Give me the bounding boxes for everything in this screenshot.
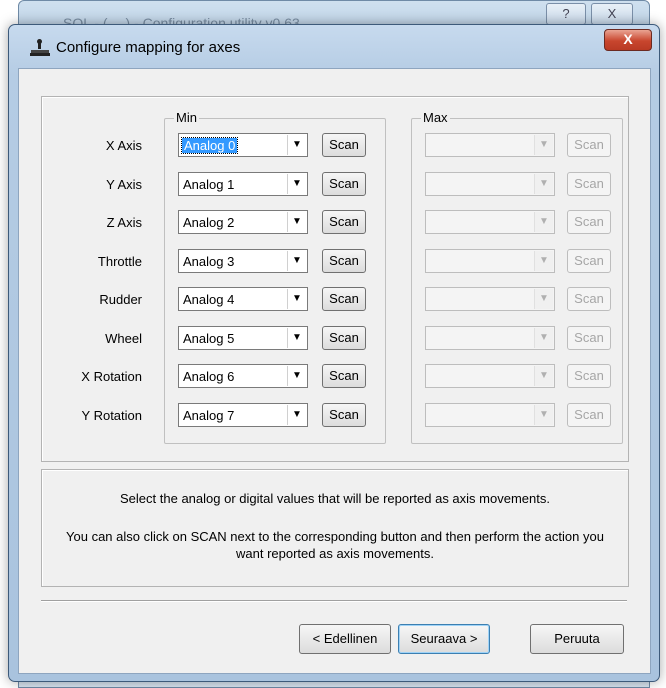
max-scan-button-wheel[interactable]: Scan [567, 325, 611, 350]
back-button[interactable]: < Edellinen [299, 624, 391, 654]
min-select-rudder[interactable]: Analog 4 ▼ [178, 287, 308, 311]
min-select-throttle[interactable]: Analog 3 ▼ [178, 248, 308, 273]
max-scan-button-y-rotation[interactable]: Scan [567, 402, 611, 427]
background-close-button[interactable]: X [591, 3, 633, 25]
min-select-value: Analog 2 [183, 215, 235, 230]
help-button[interactable]: ? [546, 3, 586, 25]
axis-label-z-axis: Z Axis [106, 215, 142, 230]
max-select-y-rotation[interactable]: ▼ [425, 402, 555, 427]
chevron-down-icon[interactable]: ▼ [534, 404, 553, 425]
chevron-down-icon[interactable]: ▼ [534, 135, 553, 155]
max-scan-button-rudder[interactable]: Scan [567, 287, 611, 311]
min-scan-button-x-rotation[interactable]: Scan [322, 364, 366, 388]
chevron-down-icon[interactable]: ▼ [287, 289, 306, 309]
min-select-z-axis[interactable]: Analog 2 ▼ [178, 210, 308, 234]
max-group: Max [411, 110, 623, 444]
chevron-down-icon[interactable]: ▼ [534, 327, 553, 348]
axis-label-x-axis: X Axis [105, 138, 142, 153]
description-line-2: You can also click on SCAN next to the c… [66, 529, 604, 561]
max-select-x-rotation[interactable]: ▼ [425, 364, 555, 388]
cancel-button[interactable]: Peruuta [530, 624, 624, 654]
description-line-1: Select the analog or digital values that… [120, 491, 550, 506]
min-select-value: Analog 0 [180, 137, 239, 154]
min-select-value: Analog 5 [183, 330, 235, 346]
max-scan-button-z-axis[interactable]: Scan [567, 210, 611, 234]
chevron-down-icon[interactable]: ▼ [534, 212, 553, 232]
min-select-y-rotation[interactable]: Analog 7 ▼ [178, 402, 308, 427]
axis-label-rudder: Rudder [99, 292, 142, 307]
chevron-down-icon[interactable]: ▼ [287, 250, 306, 271]
max-scan-button-x-rotation[interactable]: Scan [567, 364, 611, 388]
footer-separator [41, 600, 627, 602]
min-group: Min [164, 110, 386, 444]
chevron-down-icon[interactable]: ▼ [287, 404, 306, 425]
min-select-y-axis[interactable]: Analog 1 ▼ [178, 171, 308, 196]
max-scan-button-x-axis[interactable]: Scan [567, 133, 611, 157]
axis-label-throttle: Throttle [97, 253, 142, 269]
max-select-wheel[interactable]: ▼ [425, 325, 555, 350]
chevron-down-icon[interactable]: ▼ [287, 366, 306, 386]
max-select-x-axis[interactable]: ▼ [425, 133, 555, 157]
dialog-client-area: Min Max X Axis Analog 0 ▼ Scan ▼ Scan Y Axis An… [18, 68, 651, 674]
chevron-down-icon[interactable]: ▼ [287, 135, 306, 155]
min-select-wheel[interactable]: Analog 5 ▼ [178, 325, 308, 350]
min-group-label: Min [174, 110, 199, 125]
description-panel: Select the analog or digital values that… [41, 469, 629, 587]
axis-label-wheel: Wheel [105, 330, 142, 346]
chevron-down-icon[interactable]: ▼ [534, 173, 553, 194]
close-button[interactable]: X [604, 29, 652, 51]
axis-label-y-rotation: Y Rotation [81, 407, 142, 423]
chevron-down-icon[interactable]: ▼ [287, 212, 306, 232]
min-select-value: Analog 3 [183, 253, 235, 269]
chevron-down-icon[interactable]: ▼ [534, 289, 553, 309]
min-scan-button-z-axis[interactable]: Scan [322, 210, 366, 234]
min-select-value: Analog 6 [183, 369, 235, 384]
max-select-throttle[interactable]: ▼ [425, 248, 555, 273]
min-select-value: Analog 4 [183, 292, 235, 307]
axes-panel: Min Max X Axis Analog 0 ▼ Scan ▼ Scan Y Axis An… [41, 96, 629, 462]
min-scan-button-throttle[interactable]: Scan [322, 248, 366, 273]
chevron-down-icon[interactable]: ▼ [287, 327, 306, 348]
min-scan-button-y-rotation[interactable]: Scan [322, 402, 366, 427]
chevron-down-icon[interactable]: ▼ [287, 173, 306, 194]
min-select-x-rotation[interactable]: Analog 6 ▼ [178, 364, 308, 388]
min-select-value: Analog 1 [183, 176, 235, 192]
title-bar[interactable]: Configure mapping for axes X [9, 25, 659, 69]
max-select-rudder[interactable]: ▼ [425, 287, 555, 311]
chevron-down-icon[interactable]: ▼ [534, 366, 553, 386]
joystick-icon [30, 39, 50, 56]
max-scan-button-throttle[interactable]: Scan [567, 248, 611, 273]
axis-label-x-rotation: X Rotation [81, 369, 142, 384]
min-scan-button-y-axis[interactable]: Scan [322, 171, 366, 196]
max-select-z-axis[interactable]: ▼ [425, 210, 555, 234]
min-scan-button-rudder[interactable]: Scan [322, 287, 366, 311]
configure-axes-dialog: Configure mapping for axes X Min Max X A… [8, 24, 660, 682]
chevron-down-icon[interactable]: ▼ [534, 250, 553, 271]
min-scan-button-wheel[interactable]: Scan [322, 325, 366, 350]
dialog-title: Configure mapping for axes [56, 39, 241, 56]
min-select-x-axis[interactable]: Analog 0 ▼ [178, 133, 308, 157]
next-button[interactable]: Seuraava > [398, 624, 490, 654]
max-scan-button-y-axis[interactable]: Scan [567, 171, 611, 196]
max-group-label: Max [421, 110, 450, 125]
max-select-y-axis[interactable]: ▼ [425, 171, 555, 196]
min-select-value: Analog 7 [183, 407, 235, 423]
axis-label-y-axis: Y Axis [106, 176, 142, 192]
min-scan-button-x-axis[interactable]: Scan [322, 133, 366, 157]
